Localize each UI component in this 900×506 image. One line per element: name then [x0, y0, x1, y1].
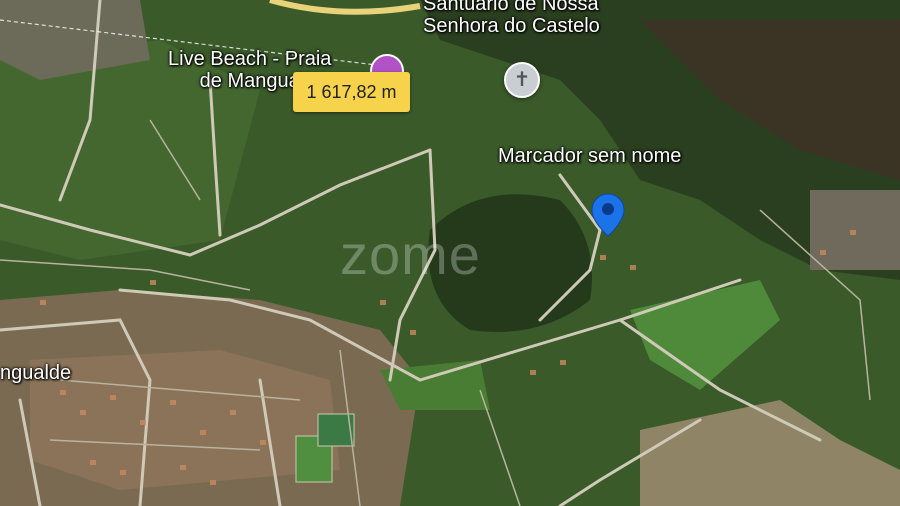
label-beach-line1: Live Beach - Praia — [168, 48, 332, 70]
distance-tooltip: 1 617,82 m — [293, 72, 410, 112]
label-town[interactable]: ngualde — [0, 362, 71, 385]
label-sanctuary[interactable]: Santuário de Nossa Senhora do Castelo — [423, 0, 600, 37]
map-pin-icon[interactable] — [590, 192, 626, 238]
label-sanctuary-line2: Senhora do Castelo — [423, 15, 600, 37]
watermark-logo: zome — [340, 223, 481, 286]
label-sanctuary-line1: Santuário de Nossa — [423, 0, 599, 15]
label-marker[interactable]: Marcador sem nome — [498, 145, 681, 168]
church-cross-icon[interactable]: ✝ — [504, 62, 540, 98]
